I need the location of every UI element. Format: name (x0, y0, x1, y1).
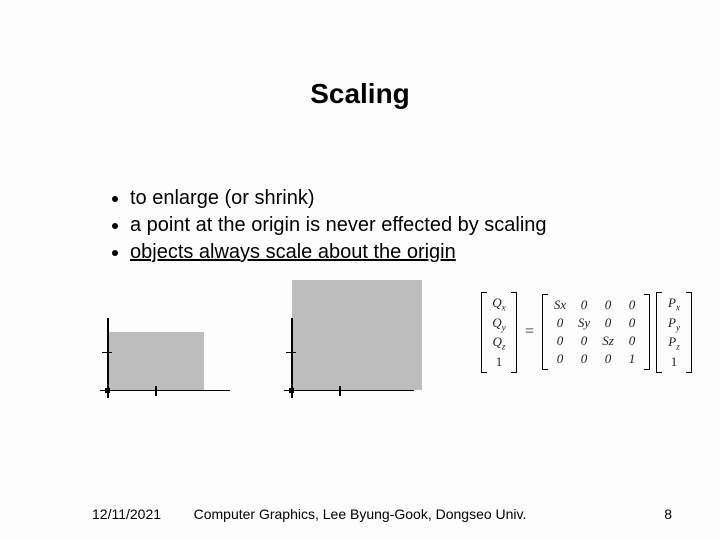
bullet-item: a point at the origin is never effected … (130, 212, 660, 239)
slide: Scaling to enlarge (or shrink) a point a… (0, 0, 720, 540)
origin-dot (105, 388, 110, 393)
scaled-shape-large (292, 280, 422, 390)
matrix-P: Px Py Pz 1 (656, 292, 692, 373)
slide-title: Scaling (0, 78, 720, 110)
x-tick (155, 386, 157, 396)
matrix-S: Sx000 0Sy00 00Sz0 0001 (542, 294, 650, 370)
footer-center: Computer Graphics, Lee Byung-Gook, Dongs… (0, 506, 720, 522)
footer-page-number: 8 (664, 506, 672, 522)
x-tick (339, 386, 341, 396)
plot-after (274, 278, 434, 408)
origin-dot (289, 388, 294, 393)
x-axis (284, 390, 414, 392)
x-axis (100, 390, 230, 392)
y-axis (291, 318, 293, 398)
y-tick (102, 352, 112, 354)
bullet-list: to enlarge (or shrink) a point at the or… (70, 185, 660, 266)
matrix-Q: Qx Qy Qz 1 (481, 292, 517, 373)
plot-before (90, 278, 250, 408)
equals-sign: = (523, 323, 536, 341)
scaled-shape-small (108, 332, 204, 390)
bullet-item: to enlarge (or shrink) (130, 185, 660, 212)
y-tick (286, 352, 296, 354)
matrix-equation: Qx Qy Qz 1 = Sx000 0Sy00 00Sz0 0001 Px P… (481, 292, 692, 373)
y-axis (107, 318, 109, 398)
bullet-item: objects always scale about the origin (130, 239, 660, 266)
